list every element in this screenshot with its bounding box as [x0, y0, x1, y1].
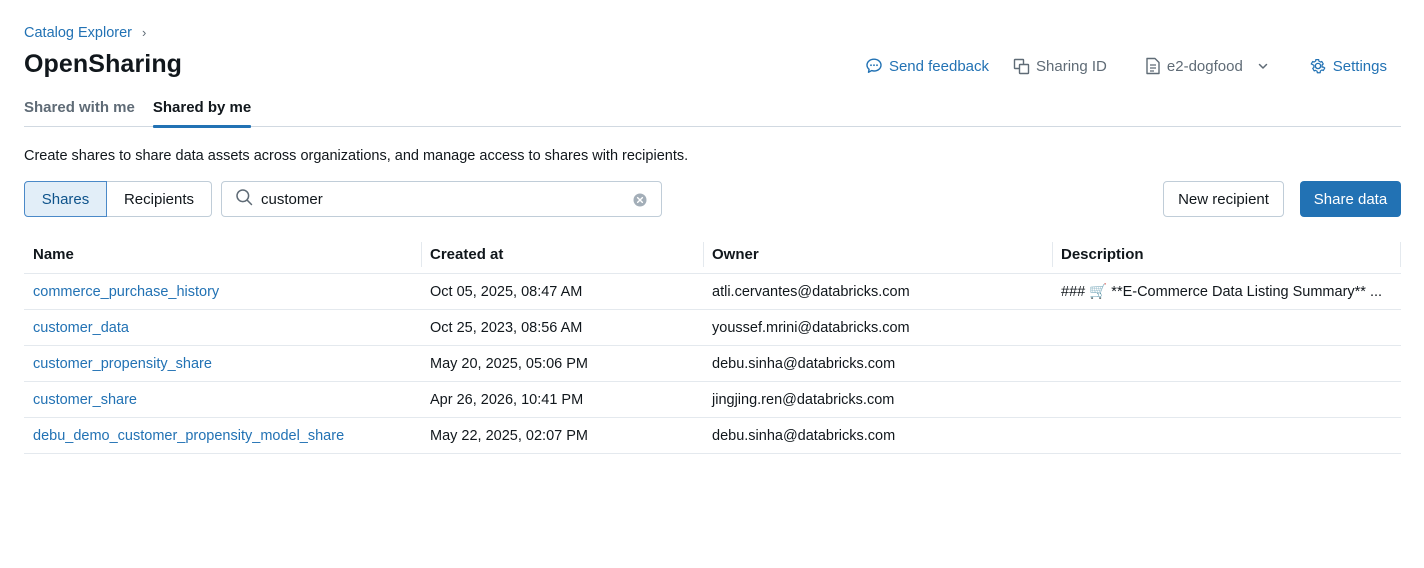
share-name-link[interactable]: commerce_purchase_history: [24, 274, 421, 309]
shares-table: Name Created at Owner Description commer…: [24, 236, 1401, 454]
table-row: customer_propensity_share May 20, 2025, …: [24, 346, 1401, 382]
description-cell: [1052, 418, 1401, 453]
column-header-description[interactable]: Description: [1052, 236, 1401, 273]
owner-cell: debu.sinha@databricks.com: [712, 355, 896, 372]
table-header-row: Name Created at Owner Description: [24, 236, 1401, 274]
document-icon: [1145, 57, 1161, 75]
page-title: OpenSharing: [24, 50, 183, 78]
toolbar: Shares Recipients New recipient Share da…: [24, 181, 1401, 217]
owner-cell: debu.sinha@databricks.com: [712, 427, 896, 444]
tab-shared-with-me[interactable]: Shared with me: [24, 96, 135, 127]
shares-toggle-button[interactable]: Shares: [24, 181, 107, 217]
share-name-link[interactable]: debu_demo_customer_propensity_model_shar…: [24, 418, 421, 453]
created-at-cell: May 22, 2025, 02:07 PM: [430, 427, 588, 444]
owner-cell: jingjing.ren@databricks.com: [712, 391, 895, 408]
clear-search-icon[interactable]: [633, 193, 647, 211]
send-feedback-label: Send feedback: [888, 57, 990, 75]
tab-shared-by-me[interactable]: Shared by me: [152, 96, 252, 128]
settings-button[interactable]: Settings: [1309, 57, 1387, 75]
description-cell: ### 🛒 **E-Commerce Data Listing Summary*…: [1061, 284, 1383, 300]
chevron-down-icon: [1257, 60, 1269, 72]
breadcrumb: Catalog Explorer ›: [24, 24, 146, 42]
table-row: debu_demo_customer_propensity_model_shar…: [24, 418, 1401, 454]
settings-label: Settings: [1332, 57, 1387, 75]
created-at-cell: Apr 26, 2026, 10:41 PM: [430, 391, 584, 408]
gear-icon: [1309, 57, 1327, 75]
tab-bar: Shared with me Shared by me: [24, 96, 1401, 128]
workspace-label: e2-dogfood: [1166, 57, 1243, 75]
column-header-owner[interactable]: Owner: [703, 236, 1052, 273]
share-data-button[interactable]: Share data: [1300, 181, 1401, 217]
speech-bubble-icon: [865, 57, 883, 75]
table-row: commerce_purchase_history Oct 05, 2025, …: [24, 274, 1401, 310]
owner-cell: youssef.mrini@databricks.com: [712, 319, 910, 336]
description-cell: [1052, 346, 1401, 381]
page-description: Create shares to share data assets acros…: [24, 148, 689, 164]
created-at-cell: Oct 05, 2025, 08:47 AM: [430, 283, 583, 300]
share-name-link[interactable]: customer_share: [24, 382, 421, 417]
chevron-right-icon: ›: [142, 25, 147, 40]
recipients-toggle-button[interactable]: Recipients: [107, 181, 212, 217]
created-at-cell: Oct 25, 2023, 08:56 AM: [430, 319, 583, 336]
table-row: customer_data Oct 25, 2023, 08:56 AM you…: [24, 310, 1401, 346]
created-at-cell: May 20, 2025, 05:06 PM: [430, 355, 588, 372]
breadcrumb-catalog-explorer[interactable]: Catalog Explorer: [24, 25, 132, 41]
search-box: [221, 181, 662, 217]
column-header-created-at[interactable]: Created at: [421, 236, 703, 273]
view-toggle: Shares Recipients: [24, 181, 212, 217]
sharing-id-label: Sharing ID: [1036, 57, 1107, 75]
column-header-name[interactable]: Name: [24, 236, 421, 273]
search-input[interactable]: [261, 190, 621, 208]
description-cell: [1052, 382, 1401, 417]
share-name-link[interactable]: customer_propensity_share: [24, 346, 421, 381]
new-recipient-button[interactable]: New recipient: [1163, 181, 1284, 217]
header-actions: Send feedback Sharing ID e2-dogfood Sett…: [865, 55, 1387, 77]
owner-cell: atli.cervantes@databricks.com: [712, 283, 910, 300]
share-name-link[interactable]: customer_data: [24, 310, 421, 345]
send-feedback-button[interactable]: Send feedback: [865, 57, 989, 75]
sharing-id-button[interactable]: Sharing ID: [1013, 58, 1107, 75]
description-cell: [1052, 310, 1401, 345]
search-icon: [235, 188, 253, 210]
workspace-selector[interactable]: e2-dogfood: [1145, 57, 1269, 75]
table-row: customer_share Apr 26, 2026, 10:41 PM ji…: [24, 382, 1401, 418]
copy-icon: [1013, 58, 1030, 75]
